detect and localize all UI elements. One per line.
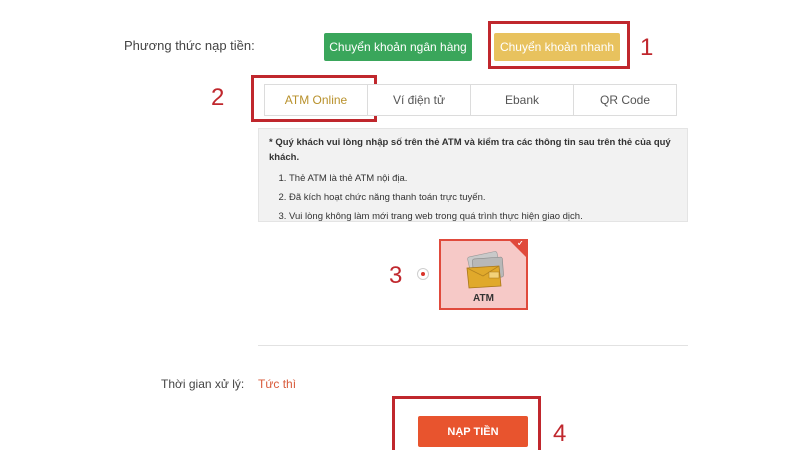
atm-radio-button[interactable] [417, 268, 429, 280]
tab-e-wallet[interactable]: Ví điện tử [368, 85, 471, 115]
top-up-button[interactable]: NẠP TIỀN [418, 416, 528, 447]
processing-time-value: Tức thì [258, 377, 297, 391]
atm-card-option[interactable]: ✓ ATM [439, 239, 528, 310]
info-item: Vui lòng không làm mới trang web trong q… [289, 207, 677, 226]
atm-card-icon [466, 251, 504, 289]
checkmark-icon: ✓ [516, 239, 525, 249]
payment-tabs: ATM Online Ví điện tử Ebank QR Code [264, 84, 677, 116]
annotation-number-4: 4 [553, 420, 567, 447]
atm-info-box: * Quý khách vui lòng nhập số trên thẻ AT… [258, 128, 688, 222]
annotation-box-1 [488, 21, 630, 69]
annotation-number-3: 3 [389, 262, 403, 289]
info-item: Thẻ ATM là thẻ ATM nội địa. [289, 169, 677, 188]
info-intro: * Quý khách vui lòng nhập số trên thẻ AT… [269, 137, 671, 163]
info-item: Đã kích hoạt chức năng thanh toán trực t… [289, 188, 677, 207]
processing-time-label: Thời gian xử lý: [161, 377, 245, 391]
tab-qr-code[interactable]: QR Code [574, 85, 676, 115]
tab-atm-online[interactable]: ATM Online [265, 85, 368, 115]
annotation-number-2: 2 [211, 84, 225, 111]
section-divider [258, 345, 688, 346]
annotation-number-1: 1 [640, 34, 654, 61]
info-list: Thẻ ATM là thẻ ATM nội địa. Đã kích hoạt… [269, 169, 677, 226]
payment-method-label: Phương thức nạp tiền: [124, 38, 255, 53]
tab-ebank[interactable]: Ebank [471, 85, 574, 115]
bank-transfer-button[interactable]: Chuyển khoản ngân hàng [324, 33, 472, 61]
atm-label: ATM [473, 293, 494, 304]
